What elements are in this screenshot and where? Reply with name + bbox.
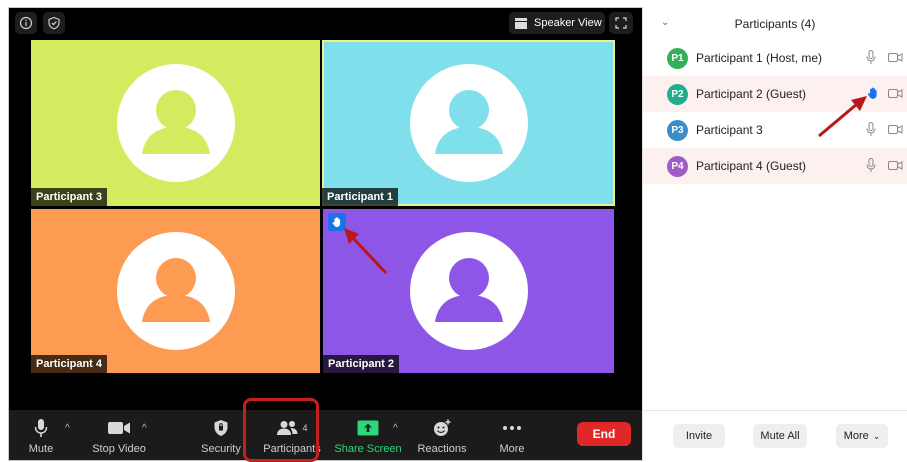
meeting-area: Speaker View Participant 3 Participant 1…	[9, 8, 642, 460]
panel-header: ⌄ Participants (4)	[643, 8, 907, 40]
default-avatar-icon	[409, 232, 528, 350]
grid-icon	[515, 17, 527, 29]
video-tile-participant-3[interactable]: Participant 3	[31, 40, 320, 206]
shield-icon	[213, 417, 229, 439]
participant-name: Participant 2 (Guest)	[696, 87, 807, 101]
participant-avatar: P3	[667, 119, 688, 141]
more-options-button[interactable]: More ⌄	[836, 424, 888, 448]
zoom-meeting-window: Speaker View Participant 3 Participant 1…	[0, 0, 907, 462]
fullscreen-button[interactable]	[609, 12, 633, 34]
panel-footer: Invite Mute All More ⌄	[643, 410, 907, 460]
participant-avatar: P4	[667, 155, 688, 177]
microphone-icon[interactable]	[866, 158, 876, 173]
speaker-view-button[interactable]: Speaker View	[509, 12, 605, 34]
participant-row[interactable]: P4 Participant 4 (Guest)	[643, 148, 907, 184]
participant-avatar: P2	[667, 83, 688, 105]
participant-avatar: P1	[667, 47, 688, 69]
participant-row[interactable]: P2 Participant 2 (Guest)	[643, 76, 907, 112]
participant-name-tag: Participant 2	[323, 355, 400, 373]
participants-button[interactable]: 4 Participants	[261, 410, 323, 460]
end-meeting-button[interactable]: End	[577, 422, 631, 446]
participant-name: Participant 4 (Guest)	[696, 159, 807, 173]
participants-count: 4	[302, 423, 308, 433]
video-camera-icon[interactable]	[888, 124, 903, 135]
participants-label: Participants	[263, 443, 321, 455]
video-tile-participant-2[interactable]: Participant 2	[323, 209, 614, 373]
chevron-down-icon: ⌄	[872, 430, 881, 441]
chevron-down-icon[interactable]: ⌄	[661, 17, 669, 28]
participant-row[interactable]: P3 Participant 3	[643, 112, 907, 148]
microphone-icon	[33, 417, 49, 439]
participant-name: Participant 3	[696, 123, 763, 137]
info-icon[interactable]	[15, 12, 37, 34]
mute-label: Mute	[28, 443, 54, 455]
speaker-view-label: Speaker View	[534, 17, 602, 29]
raised-hand-icon	[867, 87, 877, 99]
video-camera-icon[interactable]	[888, 52, 903, 63]
stop-video-button[interactable]: Stop Video	[89, 410, 149, 460]
reactions-label: Reactions	[417, 443, 467, 455]
fullscreen-icon	[615, 17, 627, 29]
participant-name-tag: Participant 3	[31, 188, 108, 206]
participant-name-tag: Participant 1	[322, 188, 399, 206]
share-screen-icon	[357, 417, 379, 439]
more-dots-icon	[502, 417, 522, 439]
panel-title: Participants (4)	[734, 17, 816, 31]
microphone-icon[interactable]	[866, 122, 876, 137]
video-tile-participant-1[interactable]: Participant 1	[322, 40, 615, 206]
default-avatar-icon	[116, 64, 235, 182]
chevron-up-icon[interactable]: ^	[393, 423, 398, 434]
reactions-button[interactable]: Reactions	[417, 410, 467, 460]
shield-check-icon[interactable]	[43, 12, 65, 34]
raised-hand-icon	[328, 213, 346, 231]
microphone-icon[interactable]	[866, 50, 876, 65]
participant-name-tag: Participant 4	[31, 355, 108, 373]
participants-panel: ⌄ Participants (4) P1 Participant 1 (Hos…	[642, 8, 907, 460]
mute-all-button[interactable]: Mute All	[753, 424, 807, 448]
participant-name: Participant 1 (Host, me)	[696, 51, 823, 65]
video-camera-icon[interactable]	[888, 88, 903, 99]
share-screen-button[interactable]: Share Screen	[334, 410, 402, 460]
participants-icon: 4	[276, 417, 308, 439]
participant-row[interactable]: P1 Participant 1 (Host, me)	[643, 40, 907, 76]
mute-button[interactable]: Mute	[27, 410, 55, 460]
smiley-add-icon	[432, 417, 452, 439]
more-options-label: More	[843, 430, 869, 442]
meeting-toolbar: Mute ^ Stop Video ^ Security 4 Participa…	[9, 410, 642, 460]
default-avatar-icon	[409, 64, 528, 182]
chevron-up-icon[interactable]: ^	[65, 423, 70, 434]
video-camera-icon	[107, 417, 131, 439]
invite-button[interactable]: Invite	[673, 424, 725, 448]
share-screen-label: Share Screen	[334, 443, 402, 455]
more-label: More	[499, 443, 525, 455]
security-label: Security	[201, 443, 241, 455]
chevron-up-icon[interactable]: ^	[142, 423, 147, 434]
stop-video-label: Stop Video	[92, 443, 146, 455]
security-button[interactable]: Security	[198, 410, 244, 460]
video-tile-participant-4[interactable]: Participant 4	[31, 209, 320, 373]
video-camera-icon[interactable]	[888, 160, 903, 171]
more-button[interactable]: More	[495, 410, 529, 460]
default-avatar-icon	[116, 232, 235, 350]
